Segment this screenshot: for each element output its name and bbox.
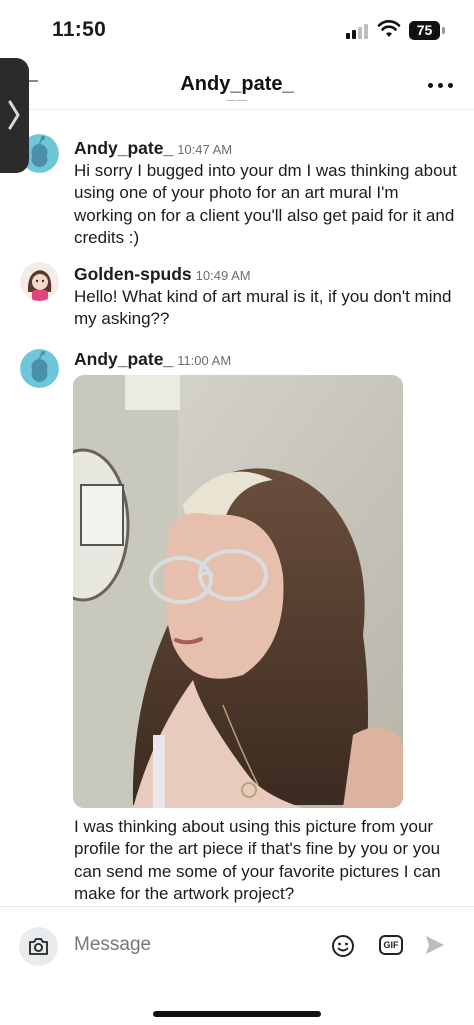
camera-button[interactable] — [19, 927, 58, 966]
message-time: 11:00 AM — [177, 353, 232, 368]
date-divider: —— — [226, 99, 248, 106]
gif-button[interactable]: GIF — [379, 935, 403, 955]
chat-header: Andy_pate_ —— — [0, 62, 474, 110]
emoji-icon[interactable] — [331, 934, 355, 958]
message-time: 10:49 AM — [195, 268, 251, 283]
more-options-button[interactable] — [424, 70, 458, 100]
message-header: Andy_pate_ 11:00 AM — [74, 349, 231, 370]
author-name[interactable]: Andy_pate_ — [74, 138, 173, 158]
message-header: Golden-spuds 10:49 AM — [74, 264, 251, 285]
message-text: Hello! What kind of art mural is it, if … — [74, 287, 452, 329]
message-input[interactable] — [74, 930, 314, 960]
message-composer: GIF — [0, 906, 474, 1025]
more-dot — [448, 83, 453, 88]
snoo-icon — [20, 349, 59, 388]
send-icon[interactable] — [424, 934, 446, 956]
author-name[interactable]: Andy_pate_ — [74, 349, 173, 369]
side-drawer-handle[interactable] — [0, 58, 29, 173]
more-horizontal-icon — [428, 83, 433, 88]
chat-screen: 11:50 75 Andy_pate_ —— Andy_pate_ 10:47 … — [0, 0, 474, 1025]
message-text: Hi sorry I bugged into your dm I was thi… — [74, 161, 457, 248]
message-time: 10:47 AM — [177, 142, 233, 157]
status-bar: 11:50 75 — [0, 0, 474, 62]
user-avatar[interactable] — [20, 262, 59, 301]
cellular-signal-icon — [346, 23, 370, 39]
message-header: Andy_pate_ 10:47 AM — [74, 138, 232, 159]
message-text: I was thinking about using this picture … — [74, 817, 441, 904]
wifi-icon — [377, 20, 401, 37]
author-name[interactable]: Golden-spuds — [74, 264, 192, 284]
home-indicator — [153, 1011, 321, 1017]
snoo-avatar[interactable] — [20, 349, 59, 388]
more-dot — [438, 83, 443, 88]
selfie-image — [73, 375, 403, 808]
camera-icon — [29, 938, 48, 955]
chevron-right-icon — [8, 100, 20, 130]
photo-attachment[interactable] — [73, 375, 403, 808]
profile-avatar-image — [20, 262, 59, 301]
battery-nub — [442, 27, 445, 34]
chat-title[interactable]: Andy_pate_ — [0, 73, 474, 96]
status-time: 11:50 — [52, 18, 107, 41]
battery-indicator: 75 — [409, 21, 440, 40]
